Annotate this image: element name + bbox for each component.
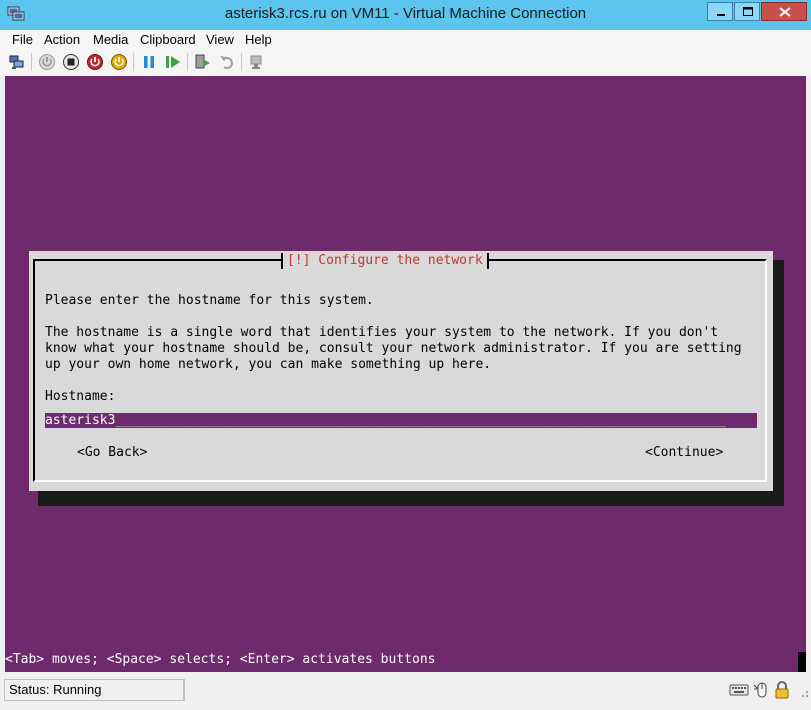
lock-icon: [775, 681, 789, 699]
description-line-1: The hostname is a single word that ident…: [45, 325, 719, 340]
maximize-button[interactable]: [734, 2, 760, 21]
close-button[interactable]: [761, 2, 807, 21]
keyboard-icon: [729, 684, 749, 696]
toolbar-separator: [241, 53, 242, 71]
menu-action[interactable]: Action: [44, 31, 80, 48]
minimize-button[interactable]: [707, 2, 733, 21]
maximize-icon: [743, 7, 753, 16]
menu-view[interactable]: View: [206, 31, 234, 48]
toolbar: [0, 49, 811, 76]
hostname-input[interactable]: asterisk3_______________________________…: [45, 413, 757, 428]
vm-screen[interactable]: [!] Configure the network Please enter t…: [5, 76, 806, 672]
continue-button[interactable]: <Continue>: [645, 445, 723, 461]
turn-off-icon[interactable]: [62, 53, 80, 71]
go-back-button[interactable]: <Go Back>: [77, 445, 147, 461]
reset-icon[interactable]: [164, 53, 182, 71]
start-icon[interactable]: [38, 53, 56, 71]
dialog-title: [!] Configure the network: [281, 253, 489, 269]
menu-clipboard[interactable]: Clipboard: [140, 31, 196, 48]
hostname-value: asterisk3: [45, 413, 116, 428]
resize-grip-icon[interactable]: [792, 681, 811, 699]
menu-media[interactable]: Media: [93, 31, 128, 48]
toolbar-separator: [187, 53, 188, 71]
window-title: asterisk3.rcs.ru on VM11 - Virtual Machi…: [224, 5, 587, 22]
hostname-field-fill: ________________________________________…: [115, 413, 726, 428]
enhanced-session-icon[interactable]: [248, 53, 266, 71]
save-icon[interactable]: [110, 53, 128, 71]
minimize-icon: [717, 14, 725, 16]
status-text: Status: Running: [4, 679, 184, 701]
menu-file[interactable]: File: [12, 31, 33, 48]
keyboard-hint: <Tab> moves; <Space> selects; <Enter> ac…: [5, 652, 436, 667]
revert-icon[interactable]: [218, 53, 236, 71]
configure-network-dialog: [!] Configure the network Please enter t…: [29, 251, 773, 491]
hostname-label: Hostname:: [45, 389, 116, 404]
toolbar-separator: [31, 53, 32, 71]
toolbar-separator: [133, 53, 134, 71]
hostname-prompt: Please enter the hostname for this syste…: [45, 293, 374, 308]
screen-edge-block: [798, 652, 806, 672]
status-bar: Status: Running: [0, 678, 811, 710]
mouse-icon: [753, 682, 767, 698]
menu-bar: File Action Media Clipboard View Help: [0, 30, 811, 49]
description-line-2: know what your hostname should be, consu…: [45, 341, 742, 356]
close-icon: [779, 7, 791, 17]
checkpoint-icon[interactable]: [194, 53, 212, 71]
ctrl-alt-del-icon[interactable]: [8, 53, 26, 71]
menu-help[interactable]: Help: [245, 31, 272, 48]
status-bar-spacer: [184, 679, 725, 701]
pause-icon[interactable]: [140, 53, 158, 71]
window-titlebar[interactable]: asterisk3.rcs.ru on VM11 - Virtual Machi…: [0, 0, 811, 30]
shut-down-icon[interactable]: [86, 53, 104, 71]
description-line-3: up your own home network, you can make s…: [45, 357, 492, 372]
